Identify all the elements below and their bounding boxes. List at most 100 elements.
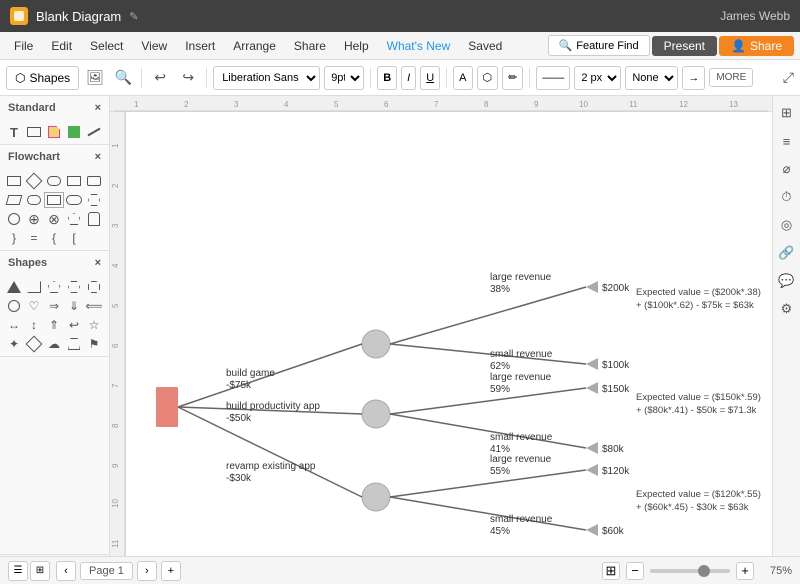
sh-varrow[interactable]: ↕ bbox=[26, 317, 42, 333]
fill-color-btn[interactable]: ⬡ bbox=[477, 66, 499, 90]
sh-cloud[interactable]: ☁ bbox=[46, 336, 62, 352]
bold-btn[interactable]: B bbox=[377, 66, 397, 90]
green-shape[interactable] bbox=[66, 124, 82, 140]
note-shape[interactable] bbox=[46, 124, 62, 140]
line-width-select[interactable]: 2 px bbox=[574, 66, 621, 90]
fc-diamond[interactable] bbox=[26, 173, 42, 189]
rt-btn-7[interactable]: 💬 bbox=[776, 270, 798, 292]
fc-rounded2[interactable] bbox=[26, 192, 42, 208]
zoom-out-btn[interactable]: − bbox=[626, 562, 644, 580]
sh-circle[interactable] bbox=[6, 298, 22, 314]
zoom-slider[interactable] bbox=[650, 569, 730, 573]
font-color-btn[interactable]: A bbox=[453, 66, 472, 90]
more-btn[interactable]: MORE bbox=[709, 68, 753, 87]
sh-pent[interactable] bbox=[46, 279, 62, 295]
present-button[interactable]: Present bbox=[652, 36, 717, 56]
shapes-button[interactable]: ⬡ Shapes bbox=[6, 66, 79, 90]
fc-rect[interactable] bbox=[6, 173, 22, 189]
sh-hex[interactable] bbox=[66, 279, 82, 295]
zoom-fit-btn[interactable]: ⊞ bbox=[602, 562, 620, 580]
flowchart-header[interactable]: Flowchart × bbox=[0, 145, 109, 169]
canvas[interactable]: build game -$75k build productivity app … bbox=[126, 112, 772, 576]
fc-circle[interactable] bbox=[6, 211, 22, 227]
flowchart-close[interactable]: × bbox=[95, 151, 101, 163]
fc-oval[interactable] bbox=[66, 192, 82, 208]
rect-shape[interactable] bbox=[26, 124, 42, 140]
italic-btn[interactable]: I bbox=[401, 66, 416, 90]
line-style-btn[interactable]: —— bbox=[536, 66, 570, 90]
prev-page-btn[interactable]: ‹ bbox=[56, 561, 76, 581]
standard-close[interactable]: × bbox=[95, 102, 101, 114]
canvas-area[interactable]: 1 2 3 4 5 6 7 8 9 10 11 12 13 14 1 2 bbox=[110, 96, 800, 584]
fc-pent[interactable] bbox=[66, 211, 82, 227]
grid-view-btn[interactable]: ⊞ bbox=[30, 561, 50, 581]
fc-rounded[interactable] bbox=[46, 173, 62, 189]
rt-btn-3[interactable]: ⌀ bbox=[776, 158, 798, 180]
add-page-btn[interactable]: + bbox=[161, 561, 181, 581]
fc-x[interactable]: ⊗ bbox=[46, 211, 62, 227]
rt-btn-8[interactable]: ⚙ bbox=[776, 298, 798, 320]
shapes-close[interactable]: × bbox=[95, 257, 101, 269]
fc-brace[interactable]: = bbox=[26, 230, 42, 246]
menu-edit[interactable]: Edit bbox=[43, 36, 80, 56]
fc-rect3[interactable] bbox=[86, 173, 102, 189]
sh-star2[interactable]: ✦ bbox=[6, 336, 22, 352]
rt-btn-4[interactable]: ⏱ bbox=[776, 186, 798, 208]
rt-btn-1[interactable]: ⊞ bbox=[776, 102, 798, 124]
fc-cross[interactable]: ⊕ bbox=[26, 211, 42, 227]
sh-heart[interactable]: ♡ bbox=[26, 298, 42, 314]
sh-pent2[interactable] bbox=[66, 336, 82, 352]
font-family-select[interactable]: Liberation Sans bbox=[213, 66, 320, 90]
menu-select[interactable]: Select bbox=[82, 36, 131, 56]
sh-darrow[interactable]: ⇓ bbox=[66, 298, 82, 314]
undo-btn[interactable]: ↩ bbox=[148, 66, 172, 90]
font-size-select[interactable]: 9pt bbox=[324, 66, 364, 90]
standard-header[interactable]: Standard × bbox=[0, 96, 109, 120]
menu-help[interactable]: Help bbox=[336, 36, 377, 56]
sh-oct[interactable] bbox=[86, 279, 102, 295]
edit-icon[interactable]: ✎ bbox=[129, 10, 138, 23]
line-color-btn[interactable]: ✏ bbox=[502, 66, 523, 90]
menu-saved[interactable]: Saved bbox=[460, 36, 510, 56]
fc-rect2[interactable] bbox=[66, 173, 82, 189]
next-page-btn[interactable]: › bbox=[137, 561, 157, 581]
expand-btn[interactable]: ⤢ bbox=[783, 69, 794, 86]
fc-bracket[interactable]: } bbox=[6, 230, 22, 246]
sh-harrow[interactable]: ↔ bbox=[6, 317, 22, 333]
sh-uarrow[interactable]: ⇑ bbox=[46, 317, 62, 333]
share-button[interactable]: 👤 Share bbox=[719, 36, 794, 56]
fc-misc[interactable]: [ bbox=[66, 230, 82, 246]
menu-share[interactable]: Share bbox=[286, 36, 334, 56]
text-shape[interactable]: T bbox=[6, 124, 22, 140]
arrow-dir-btn[interactable]: → bbox=[682, 66, 705, 90]
image-insert-btn[interactable]: 🖼 bbox=[83, 66, 107, 90]
menu-file[interactable]: File bbox=[6, 36, 41, 56]
fc-dbl-rect[interactable] bbox=[46, 192, 62, 208]
sh-bent[interactable]: ↩ bbox=[66, 317, 82, 333]
menu-whats-new[interactable]: What's New bbox=[379, 36, 459, 56]
sh-flag[interactable]: ⚑ bbox=[86, 336, 102, 352]
line-shape[interactable] bbox=[86, 124, 102, 140]
list-view-btn[interactable]: ☰ bbox=[8, 561, 28, 581]
underline-btn[interactable]: U bbox=[420, 66, 440, 90]
shapes-header[interactable]: Shapes × bbox=[0, 251, 109, 275]
zoom-in-btn[interactable]: + bbox=[736, 562, 754, 580]
fc-cyl[interactable] bbox=[86, 211, 102, 227]
fc-parallelogram[interactable] bbox=[6, 192, 22, 208]
fc-bracebrace[interactable]: { bbox=[46, 230, 62, 246]
sh-diamond[interactable] bbox=[26, 336, 42, 352]
menu-insert[interactable]: Insert bbox=[177, 36, 223, 56]
zoom-thumb[interactable] bbox=[698, 565, 710, 577]
menu-view[interactable]: View bbox=[133, 36, 175, 56]
search-btn[interactable]: 🔍 bbox=[111, 66, 135, 90]
rt-btn-5[interactable]: ◎ bbox=[776, 214, 798, 236]
sh-tri2[interactable] bbox=[26, 279, 42, 295]
sh-tri[interactable] bbox=[6, 279, 22, 295]
feature-find-btn[interactable]: 🔍 Feature Find bbox=[548, 35, 650, 56]
rt-btn-2[interactable]: ≡ bbox=[776, 130, 798, 152]
fc-hex[interactable] bbox=[86, 192, 102, 208]
sh-rarrow[interactable]: ⇒ bbox=[46, 298, 62, 314]
menu-arrange[interactable]: Arrange bbox=[225, 36, 284, 56]
redo-btn[interactable]: ↪ bbox=[176, 66, 200, 90]
arrow-select[interactable]: None bbox=[625, 66, 678, 90]
